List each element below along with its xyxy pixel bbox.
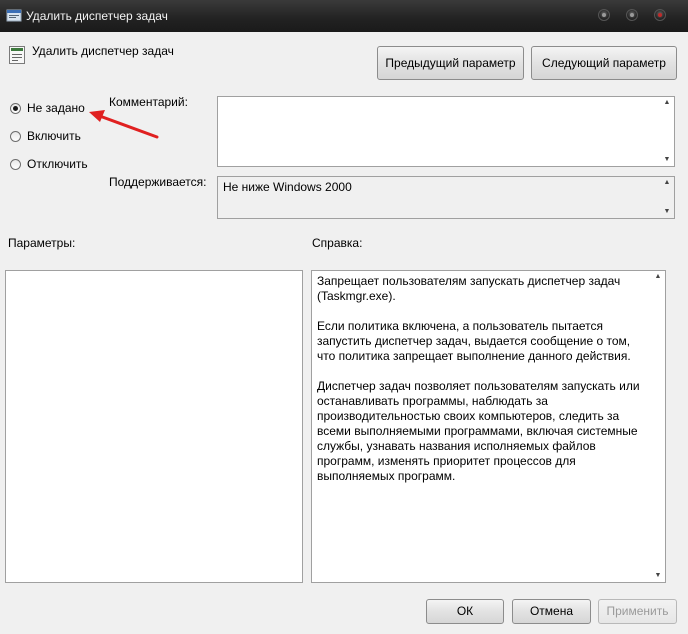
parameters-panel — [5, 270, 303, 583]
comment-textarea[interactable]: ▲ ▼ — [217, 96, 675, 167]
cancel-button[interactable]: Отмена — [512, 599, 591, 624]
supported-field: Не ниже Windows 2000 ▲ ▼ — [217, 176, 675, 219]
next-setting-button[interactable]: Следующий параметр — [531, 46, 677, 80]
scroll-down-icon[interactable]: ▼ — [660, 154, 674, 166]
policy-setting-icon — [9, 46, 25, 64]
radio-indicator[interactable] — [10, 159, 21, 170]
help-label: Справка: — [312, 236, 363, 250]
scroll-up-icon[interactable]: ▲ — [660, 177, 674, 189]
previous-setting-button[interactable]: Предыдущий параметр — [377, 46, 524, 80]
radio-label: Отключить — [27, 157, 88, 171]
radio-label: Не задано — [27, 101, 85, 115]
help-paragraph: Запрещает пользователям запускать диспет… — [317, 274, 621, 303]
scroll-down-icon[interactable]: ▼ — [651, 570, 665, 582]
radio-indicator[interactable] — [10, 103, 21, 114]
help-panel: Запрещает пользователям запускать диспет… — [311, 270, 666, 583]
title-bar: Удалить диспетчер задач — [0, 0, 688, 32]
supported-label: Поддерживается: — [109, 175, 207, 189]
radio-indicator[interactable] — [10, 131, 21, 142]
help-paragraph: Диспетчер задач позволяет пользователям … — [317, 379, 640, 483]
supported-value: Не ниже Windows 2000 — [223, 180, 352, 194]
window-title: Удалить диспетчер задач — [26, 9, 168, 23]
help-scrollbar[interactable]: ▲ ▼ — [651, 271, 665, 582]
scroll-up-icon[interactable]: ▲ — [651, 271, 665, 283]
comment-scrollbar[interactable]: ▲ ▼ — [660, 97, 674, 166]
scroll-down-icon[interactable]: ▼ — [660, 206, 674, 218]
apply-button[interactable]: Применить — [598, 599, 677, 624]
parameters-label: Параметры: — [8, 236, 76, 250]
scroll-up-icon[interactable]: ▲ — [660, 97, 674, 109]
close-button[interactable] — [654, 9, 666, 21]
ok-button[interactable]: ОК — [426, 599, 504, 624]
maximize-button[interactable] — [626, 9, 638, 21]
minimize-button[interactable] — [598, 9, 610, 21]
radio-label: Включить — [27, 129, 81, 143]
comment-label: Комментарий: — [109, 95, 188, 109]
supported-scrollbar[interactable]: ▲ ▼ — [660, 177, 674, 218]
help-paragraph: Если политика включена, а пользователь п… — [317, 319, 631, 363]
policy-name: Удалить диспетчер задач — [32, 44, 174, 58]
help-text: Запрещает пользователям запускать диспет… — [317, 274, 647, 499]
annotation-arrow-icon — [89, 110, 159, 139]
policy-window-icon — [6, 9, 22, 22]
